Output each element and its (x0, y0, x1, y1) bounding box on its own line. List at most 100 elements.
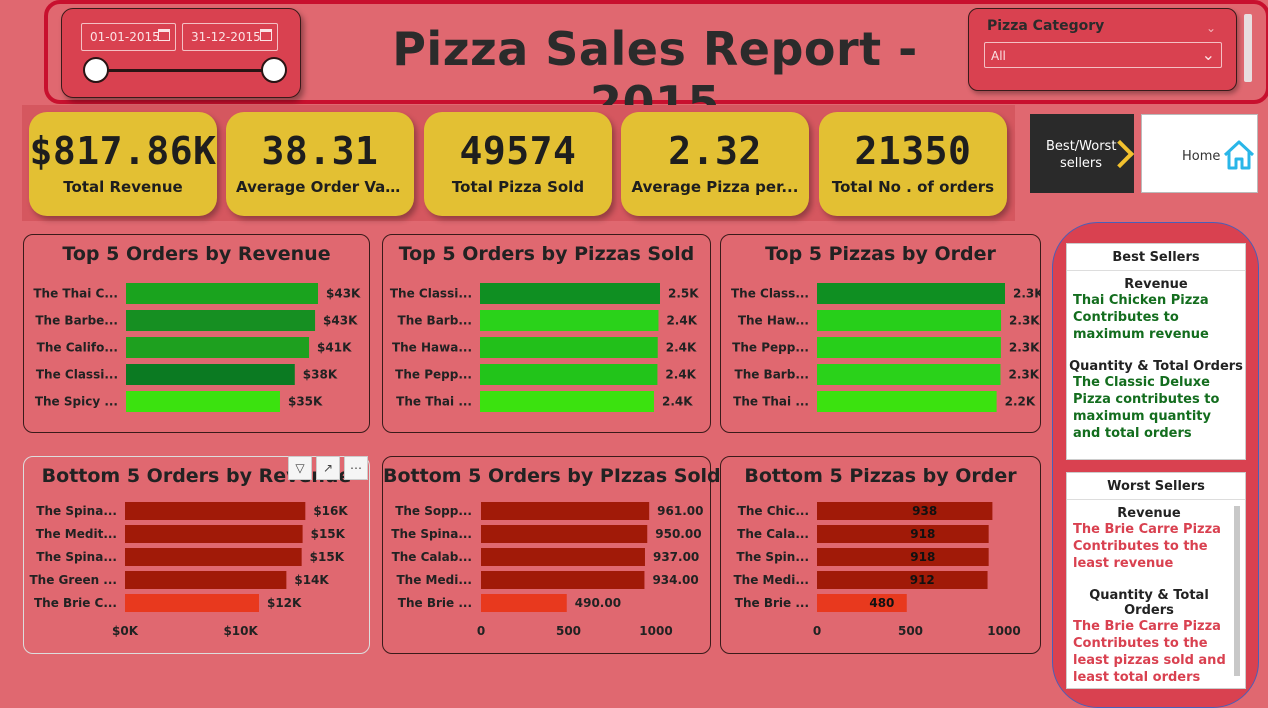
bar[interactable] (126, 283, 318, 304)
bar[interactable] (817, 571, 988, 589)
axis-tick-label: 500 (898, 624, 923, 638)
data-label: 2.3K (1013, 287, 1040, 301)
end-date-value: 31-12-2015 (191, 30, 261, 44)
chart-bottom5-orders-by-pizzas-sold[interactable]: The Sopp... 961.00 The Spina... 950.00 The C… (382, 456, 721, 654)
category-label: The Spina... (391, 527, 472, 541)
date-slider-end-handle[interactable] (261, 57, 287, 83)
start-date-input[interactable]: 01-01-2015 (81, 23, 176, 51)
category-label: The Thai C... (33, 287, 118, 301)
data-label: 2.5K (668, 287, 699, 301)
focus-mode-icon[interactable]: ↗ (316, 456, 340, 480)
category-label: The Chic... (738, 504, 809, 518)
data-label: 961.00 (657, 504, 703, 518)
category-label: The Classi... (36, 368, 118, 382)
kpi-value: $817.86K (29, 129, 217, 173)
data-label: $16K (313, 504, 348, 518)
best-sellers-card: Best Sellers Revenue Thai Chicken Pizza … (1066, 243, 1246, 460)
category-label: The Brie ... (398, 596, 472, 610)
chart-bottom5-pizzas-by-order[interactable]: The Chic... 938 The Cala... 918 The Spin... 9… (720, 456, 1041, 654)
data-label: 2.4K (665, 368, 696, 382)
bar[interactable] (817, 502, 993, 520)
bar[interactable] (126, 391, 280, 412)
category-label: The Thai ... (396, 395, 472, 409)
calendar-icon[interactable] (158, 29, 170, 41)
worst-revenue-heading: Revenue (1117, 506, 1181, 521)
axis-tick-label: 1000 (987, 624, 1020, 638)
bar[interactable] (125, 548, 302, 566)
bar[interactable] (125, 571, 287, 589)
category-label: The Barb... (735, 368, 809, 382)
data-label: 2.2K (1005, 395, 1036, 409)
worst-sellers-title: Worst Sellers (1107, 479, 1205, 494)
bar[interactable] (125, 594, 259, 612)
category-label: The Barb... (398, 314, 472, 328)
best-revenue-heading: Revenue (1124, 277, 1188, 292)
category-label: The Califo... (37, 341, 118, 355)
category-label: The Cala... (737, 527, 809, 541)
bar[interactable] (480, 283, 660, 304)
bar[interactable] (481, 571, 645, 589)
data-label: 918 (910, 550, 935, 564)
scrollbar[interactable] (1244, 14, 1252, 82)
category-label: The Brie C... (34, 596, 117, 610)
bar[interactable] (817, 364, 1001, 385)
bar[interactable] (817, 548, 989, 566)
bar[interactable] (480, 391, 654, 412)
bar[interactable] (126, 364, 295, 385)
category-label: The Spina... (36, 550, 117, 564)
date-slider-start-handle[interactable] (83, 57, 109, 83)
scrollbar[interactable] (1234, 506, 1240, 676)
data-label: 2.4K (666, 341, 697, 355)
chart-top5-orders-by-revenue[interactable]: The Thai C... $43K The Barbe... $43K The Cal… (23, 234, 370, 433)
category-slicer-title: Pizza Category (987, 18, 1105, 34)
data-label: 912 (910, 573, 935, 587)
bar[interactable] (481, 502, 650, 520)
bar[interactable] (126, 310, 316, 331)
data-label: 938 (912, 504, 937, 518)
bar[interactable] (817, 283, 1005, 304)
pizza-category-slicer[interactable]: Pizza Category ⌄ All ⌄ (968, 8, 1237, 91)
category-label: The Brie ... (735, 596, 809, 610)
date-range-slicer[interactable]: 01-01-2015 31-12-2015 (61, 8, 301, 98)
category-label: The Calab... (392, 550, 472, 564)
best-worst-sellers-button[interactable]: Best/Worst sellers (1030, 114, 1135, 193)
calendar-icon[interactable] (260, 29, 272, 41)
bar[interactable] (125, 525, 303, 543)
bar[interactable] (817, 337, 1001, 358)
bar[interactable] (817, 310, 1002, 331)
bar[interactable] (481, 594, 567, 612)
data-label: 480 (869, 596, 894, 610)
bar[interactable] (817, 525, 989, 543)
axis-tick-label: 0 (477, 624, 485, 638)
bar[interactable] (481, 548, 645, 566)
bar[interactable] (480, 364, 658, 385)
data-label: $15K (311, 527, 346, 541)
axis-tick-label: $0K (112, 624, 139, 638)
chevron-down-icon[interactable]: ⌄ (1206, 21, 1216, 35)
worst-revenue-text: The Brie Carre Pizza Contributes to the … (1073, 522, 1221, 571)
bar[interactable] (126, 337, 310, 358)
category-label: The Classi... (390, 287, 472, 301)
best-sellers-title: Best Sellers (1112, 250, 1200, 265)
kpi-label: Total Pizza Sold (451, 178, 585, 196)
axis-tick-label: 1000 (639, 624, 672, 638)
chart-top5-pizzas-by-order[interactable]: The Class... 2.3K The Haw... 2.3K The Pepp..… (720, 234, 1041, 433)
chart-top5-orders-by-pizzas-sold[interactable]: The Classi... 2.5K The Barb... 2.4K The Hawa… (382, 234, 711, 433)
bar[interactable] (480, 310, 659, 331)
kpi-value: 38.31 (261, 129, 379, 173)
home-button[interactable]: Home (1141, 114, 1258, 193)
end-date-input[interactable]: 31-12-2015 (182, 23, 278, 51)
category-label: The Haw... (738, 314, 809, 328)
bar[interactable] (817, 391, 997, 412)
more-options-icon[interactable]: ⋯ (344, 456, 368, 480)
filter-icon[interactable]: ▽ (288, 456, 312, 480)
category-dropdown[interactable]: All ⌄ (984, 42, 1222, 68)
bar[interactable] (125, 502, 306, 520)
best-worst-label: Best/Worst sellers (1046, 139, 1117, 171)
chart-bottom5-orders-by-revenue[interactable]: The Spina... $16K The Medit... $15K The Spin… (23, 456, 370, 654)
bar[interactable] (481, 525, 648, 543)
date-slider-track[interactable] (96, 69, 274, 72)
best-revenue-text: Thai Chicken Pizza Contributes to maximu… (1073, 293, 1209, 342)
data-label: 490.00 (575, 596, 621, 610)
bar[interactable] (480, 337, 658, 358)
